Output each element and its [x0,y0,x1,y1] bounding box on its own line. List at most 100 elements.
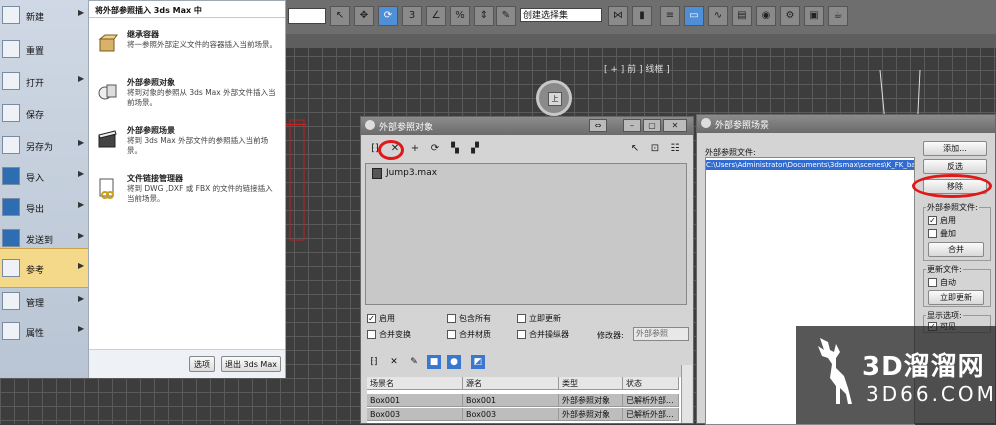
include-all-checkbox[interactable] [447,314,456,323]
chevron-right-icon: ▶ [78,138,85,147]
align-icon[interactable]: ▮ [632,6,652,26]
render-setup-icon[interactable]: ⚙ [780,6,800,26]
list-objects-icon[interactable]: ☷ [667,141,683,157]
column-header[interactable]: 类型 [559,377,623,390]
xref-file-path[interactable]: C:\Users\Administrator\Documents\3dsmax\… [706,160,914,170]
divider [89,17,285,18]
controllers-filter-icon[interactable]: ◩ [471,355,485,369]
material-editor-icon[interactable]: ◉ [756,6,776,26]
merge-button[interactable]: 合并 [928,242,984,257]
table-cell[interactable]: Box001 [463,394,559,407]
chevron-right-icon: ▶ [78,324,85,333]
percent-snap-icon[interactable]: % [450,6,470,26]
chevron-right-icon: ▶ [78,74,85,83]
close-icon[interactable]: ✕ [663,119,687,132]
menu-item-properties[interactable]: 属性 ▶ [0,312,88,352]
chevron-right-icon: ▶ [78,8,85,17]
viewcube-face[interactable]: 上 [548,92,562,106]
file-link-manager-item[interactable]: 文件链接管理器 将到 DWG ,DXF 或 FBX 的文件的链接插入当前场景。 [97,173,279,217]
add-icon[interactable]: ✎ [407,355,421,369]
menu-item-label: 发送到 [26,236,54,246]
submenu-item-title: 外部参照对象 [127,78,175,87]
column-header[interactable]: 源名 [463,377,559,390]
dialog-titlebar[interactable]: 外部参照对象 ⇔ – ▢ ✕ [361,117,693,135]
chevron-right-icon: ▶ [78,231,85,240]
rotate-icon[interactable]: ⟳ [378,6,398,26]
merge-icon[interactable]: ▚ [447,141,463,157]
highlight-icon[interactable]: ⊡ [647,141,663,157]
refresh-icon[interactable]: ⟳ [427,141,443,157]
filter-combo[interactable] [288,8,326,24]
menu-item-label: 保存 [26,111,45,121]
auto-checkbox[interactable] [928,278,937,287]
schematic-icon[interactable]: ▤ [732,6,752,26]
table-scrollbar[interactable] [681,365,692,423]
save-disk-icon [2,104,20,122]
table-cell[interactable]: 已解析外部... [623,408,679,421]
table-cell[interactable]: 外部参照对象 [559,394,623,407]
objects-filter-icon[interactable]: ■ [427,355,441,369]
checkbox-label: 自动 [940,278,956,287]
column-header[interactable]: 状态 [623,377,679,390]
named-selection-set-combo[interactable]: 创建选择集 [520,8,602,22]
xref-object-item[interactable]: 外部参照对象 将到对象的参照从 3ds Max 外部文件插入当前场景。 [97,77,279,117]
annotation-circle [912,174,992,198]
xref-file-entry[interactable]: Jump3.max [386,168,437,178]
remove-icon[interactable]: ✕ [387,355,401,369]
table-cell[interactable]: Box001 [367,394,463,407]
select-icon[interactable]: ↖ [627,141,643,157]
reset-icon [2,40,20,58]
update-now-checkbox[interactable] [517,314,526,323]
move-icon[interactable]: ✥ [354,6,374,26]
restore-icon[interactable]: ⇔ [589,119,607,132]
options-button[interactable]: 选项 [189,356,215,372]
layer-icon[interactable]: ≡ [660,6,680,26]
mirror-icon[interactable]: ⋈ [608,6,628,26]
exit-button[interactable]: 退出 3ds Max [221,356,281,372]
materials-filter-icon[interactable]: ● [447,355,461,369]
xref-scene-item[interactable]: 外部参照场景 将到 3ds Max 外部文件的参照插入当前场景。 [97,125,279,165]
merge-manipulators-checkbox[interactable] [517,330,526,339]
overlay-checkbox[interactable] [928,229,937,238]
modifiers-dropdown[interactable]: 外部参照 [633,327,689,341]
spinner-snap-icon[interactable]: ⇕ [474,6,494,26]
menu-footer: 选项 退出 3ds Max [89,349,285,378]
table-cell[interactable]: Box003 [463,408,559,421]
xref-entities-table: 场景名 源名 类型 状态 Box001 Box001 外部参照对象 已解析外部.… [367,377,685,423]
table-cell[interactable]: Box003 [367,408,463,421]
maximize-icon[interactable]: ▢ [643,119,661,132]
ribbon-icon[interactable]: ▭ [684,6,704,26]
modifiers-label: 修改器: [597,331,624,340]
snap-icon[interactable]: 3 [402,6,422,26]
add-objects-icon[interactable]: + [407,141,423,157]
merge-transforms-checkbox[interactable] [367,330,376,339]
angle-snap-icon[interactable]: ∠ [426,6,446,26]
enabled-checkbox[interactable]: ✓ [928,216,937,225]
edit-named-sets-icon[interactable]: ✎ [496,6,516,26]
table-cell[interactable]: 已解析外部... [623,394,679,407]
minimize-icon[interactable]: – [623,119,641,132]
update-now-button[interactable]: 立即更新 [928,290,984,305]
dialog-titlebar[interactable]: 外部参照场景 [697,115,995,133]
watermark: 3D溜溜网 3D66.COM [796,326,996,424]
save-as-icon [2,136,20,154]
select-icon[interactable]: ↖ [330,6,350,26]
xref-record-list[interactable]: Jump3.max [365,163,687,305]
column-header[interactable]: 场景名 [367,377,463,390]
invert-button[interactable]: 反选 [923,159,987,174]
inherit-container-item[interactable]: 继承容器 将一参照外部定义文件的容器插入当前场景。 [97,29,279,69]
render-frame-icon[interactable]: ▣ [804,6,824,26]
convert-icon[interactable]: ▞ [467,141,483,157]
application-menu: 新建 ▶ 重置 打开 ▶ 保存 另存为 ▶ 导入 ▶ 导出 ▶ 发送到 ▶ 参考 ▶ 管理 ▶ … [0,0,89,378]
enabled-checkbox[interactable]: ✓ [367,314,376,323]
add-button[interactable]: 添加... [923,141,987,156]
submenu-item-desc: 将一参照外部定义文件的容器插入当前场景。 [127,40,277,49]
checkbox-label: 包含所有 [459,314,491,323]
viewcube[interactable]: 上 [536,80,572,116]
render-icon[interactable]: ☕ [828,6,848,26]
curve-editor-icon[interactable]: ∿ [708,6,728,26]
bracket-icon[interactable]: ⁅⁆ [367,355,381,369]
merge-materials-checkbox[interactable] [447,330,456,339]
new-file-icon [2,6,20,24]
table-cell[interactable]: 外部参照对象 [559,408,623,421]
